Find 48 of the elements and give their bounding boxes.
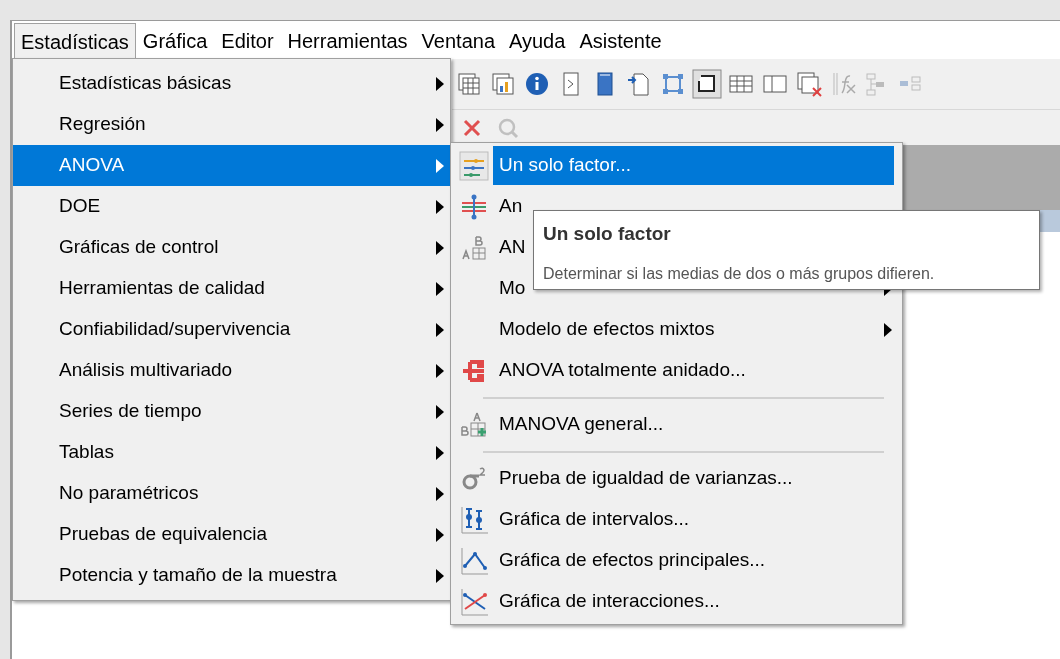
menu-item[interactable]: Confiabilidad/supervivencia [13, 309, 450, 350]
menu-item[interactable]: Herramientas de calidad [13, 268, 450, 309]
close-windows-icon[interactable] [794, 69, 824, 99]
submenu-arrow-icon [436, 199, 444, 214]
menu-item[interactable]: Regresión [13, 104, 450, 145]
submenu-arrow-icon [436, 363, 444, 378]
menu-bar-item[interactable]: Asistente [572, 23, 669, 59]
menu-item[interactable]: Tablas [13, 432, 450, 473]
menu-item[interactable]: Estadísticas básicas [13, 63, 450, 104]
line-plot-icon [459, 545, 489, 576]
menu-bar-item[interactable]: Editor [214, 23, 281, 59]
menu-item[interactable]: No paramétricos [13, 473, 450, 514]
submenu-arrow-icon [436, 76, 444, 91]
menu-item[interactable]: Series de tiempo [13, 391, 450, 432]
menu-item[interactable]: DOE [13, 186, 450, 227]
menu-item[interactable]: Gráficas de control [13, 227, 450, 268]
interval-plot-icon [459, 504, 489, 535]
menu-item[interactable]: Gráfica de intervalos... [493, 500, 894, 539]
interaction-plot-icon [459, 586, 489, 617]
menu-item[interactable]: Pruebas de equivalencia [13, 514, 450, 555]
submenu-arrow-icon [436, 117, 444, 132]
submenu-arrow-icon [436, 568, 444, 583]
menu-bar-item[interactable]: Ventana [414, 23, 502, 59]
menu-bar-item[interactable]: Gráfica [135, 23, 215, 59]
submenu-arrow-icon [436, 158, 444, 173]
submenu-arrow-icon [436, 281, 444, 296]
submenu-arrow-icon [436, 404, 444, 419]
tooltip-text: Determinar si las medias de dos o más grupos difieren. [543, 263, 936, 284]
menu-item[interactable]: ANOVA totalmente anidado... [493, 351, 894, 390]
menu-item[interactable]: Análisis multivariado [13, 350, 450, 391]
menu-bar-item[interactable]: Estadísticas [14, 23, 136, 59]
submenu-arrow-icon [436, 527, 444, 542]
submenu-arrow-icon [884, 322, 892, 337]
tooltip-title: Un solo factor [543, 222, 672, 246]
menu-bar-item[interactable]: Herramientas [280, 23, 415, 59]
menu-bar-item[interactable]: Ayuda [502, 23, 573, 59]
menu-item[interactable]: Gráfica de interacciones... [493, 582, 894, 621]
submenu-arrow-icon [436, 445, 444, 460]
menu-item[interactable]: ANOVA [13, 145, 450, 186]
submenu-arrow-icon [436, 486, 444, 501]
menu-item[interactable]: Potencia y tamaño de la muestra [13, 555, 450, 596]
submenu-arrow-icon [436, 240, 444, 255]
menu-item[interactable]: MANOVA general... [493, 405, 894, 444]
menu-item[interactable]: Modelo de efectos mixtos [493, 310, 894, 349]
menu-item[interactable]: Un solo factor... [493, 146, 894, 185]
submenu-arrow-icon [436, 322, 444, 337]
menu-item[interactable]: Gráfica de efectos principales... [493, 541, 894, 580]
menu-item[interactable]: Prueba de igualdad de varianzas... [493, 459, 894, 498]
